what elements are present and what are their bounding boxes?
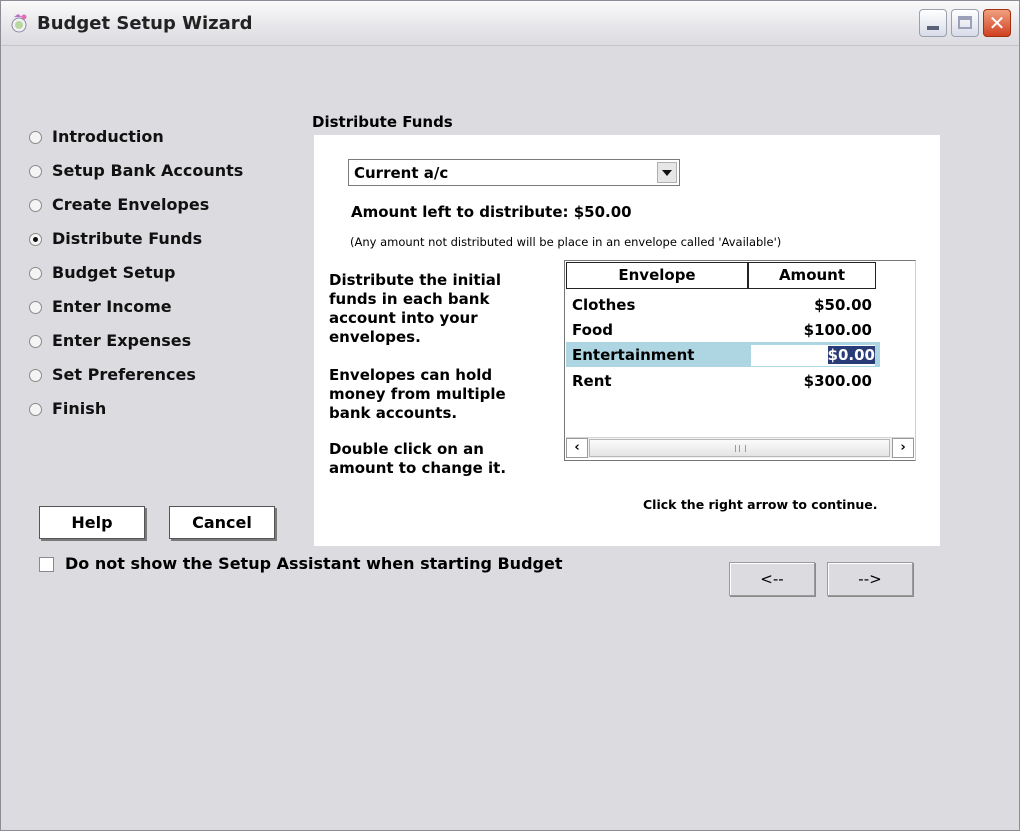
step-radio[interactable]	[29, 301, 42, 314]
help-button[interactable]: Help	[39, 506, 145, 539]
minimize-button[interactable]	[919, 9, 947, 37]
step-radio[interactable]	[29, 199, 42, 212]
envelope-name: Entertainment	[572, 346, 695, 364]
window-title: Budget Setup Wizard	[37, 13, 253, 34]
step-label: Distribute Funds	[52, 229, 203, 248]
amount-edit-field[interactable]: $0.00	[751, 345, 875, 366]
title-bar[interactable]: Budget Setup Wizard ✕	[1, 1, 1019, 46]
next-button[interactable]: -->	[827, 562, 913, 596]
step-label: Budget Setup	[52, 263, 176, 282]
close-icon: ✕	[988, 11, 1006, 35]
column-header-amount[interactable]: Amount	[748, 262, 876, 289]
envelope-amount[interactable]: $100.00	[804, 321, 872, 339]
step-label: Enter Income	[52, 297, 172, 316]
cancel-button[interactable]: Cancel	[169, 506, 275, 539]
chevron-left-icon: ‹	[574, 440, 580, 455]
envelope-table: Envelope Amount Clothes $50.00 Food $100…	[564, 260, 916, 461]
section-title: Distribute Funds	[312, 113, 453, 131]
step-label: Introduction	[52, 127, 164, 146]
account-select-value: Current a/c	[354, 164, 449, 182]
chevron-right-icon: ›	[900, 440, 906, 455]
table-row[interactable]: Clothes $50.00	[566, 292, 880, 317]
grip-icon	[735, 445, 746, 452]
step-radio[interactable]	[29, 267, 42, 280]
envelope-name: Food	[572, 321, 613, 339]
envelope-name: Rent	[572, 372, 612, 390]
scroll-right-button[interactable]: ›	[892, 438, 914, 458]
step-radio[interactable]	[29, 403, 42, 416]
instruction-double-click: Double click on an amount to change it.	[329, 440, 507, 477]
minimize-icon	[927, 26, 939, 30]
horizontal-scrollbar[interactable]: ‹ ›	[566, 437, 914, 458]
chevron-down-icon[interactable]	[657, 162, 677, 183]
available-note: (Any amount not distributed will be plac…	[350, 235, 782, 249]
account-select[interactable]: Current a/c	[348, 159, 680, 186]
step-label: Setup Bank Accounts	[52, 161, 244, 180]
step-radio[interactable]	[29, 335, 42, 348]
continue-hint: Click the right arrow to continue.	[643, 497, 878, 512]
table-row[interactable]: Rent $300.00	[566, 368, 880, 393]
amount-left-text: Amount left to distribute: $50.00	[351, 203, 632, 221]
startup-checkbox-label[interactable]: Do not show the Setup Assistant when sta…	[65, 554, 562, 573]
back-button[interactable]: <--	[729, 562, 815, 596]
step-label: Finish	[52, 399, 107, 418]
table-row[interactable]: Food $100.00	[566, 317, 880, 342]
step-radio-selected[interactable]	[29, 233, 42, 246]
maximize-button[interactable]	[951, 9, 979, 37]
step-radio[interactable]	[29, 131, 42, 144]
scrollbar-thumb[interactable]	[589, 439, 890, 457]
startup-checkbox[interactable]	[39, 557, 54, 572]
distribute-funds-panel: Current a/c Amount left to distribute: $…	[314, 135, 940, 546]
step-radio[interactable]	[29, 165, 42, 178]
amount-edit-value[interactable]: $0.00	[827, 346, 875, 364]
step-radio[interactable]	[29, 369, 42, 382]
step-label: Create Envelopes	[52, 195, 210, 214]
instruction-distribute: Distribute the initial funds in each ban…	[329, 271, 501, 346]
envelope-amount[interactable]: $50.00	[814, 296, 872, 314]
maximize-icon	[958, 16, 972, 29]
envelope-name: Clothes	[572, 296, 636, 314]
budget-setup-wizard-window: Budget Setup Wizard ✕ Introduction Setup…	[0, 0, 1020, 831]
envelope-amount[interactable]: $300.00	[804, 372, 872, 390]
scroll-left-button[interactable]: ‹	[566, 438, 588, 458]
budget-app-icon	[11, 14, 27, 33]
step-label: Set Preferences	[52, 365, 196, 384]
table-row-selected[interactable]: Entertainment $0.00	[566, 342, 880, 367]
column-header-envelope[interactable]: Envelope	[566, 262, 748, 289]
step-label: Enter Expenses	[52, 331, 192, 350]
close-button[interactable]: ✕	[983, 9, 1011, 37]
instruction-multiple-accounts: Envelopes can hold money from multiple b…	[329, 366, 506, 422]
